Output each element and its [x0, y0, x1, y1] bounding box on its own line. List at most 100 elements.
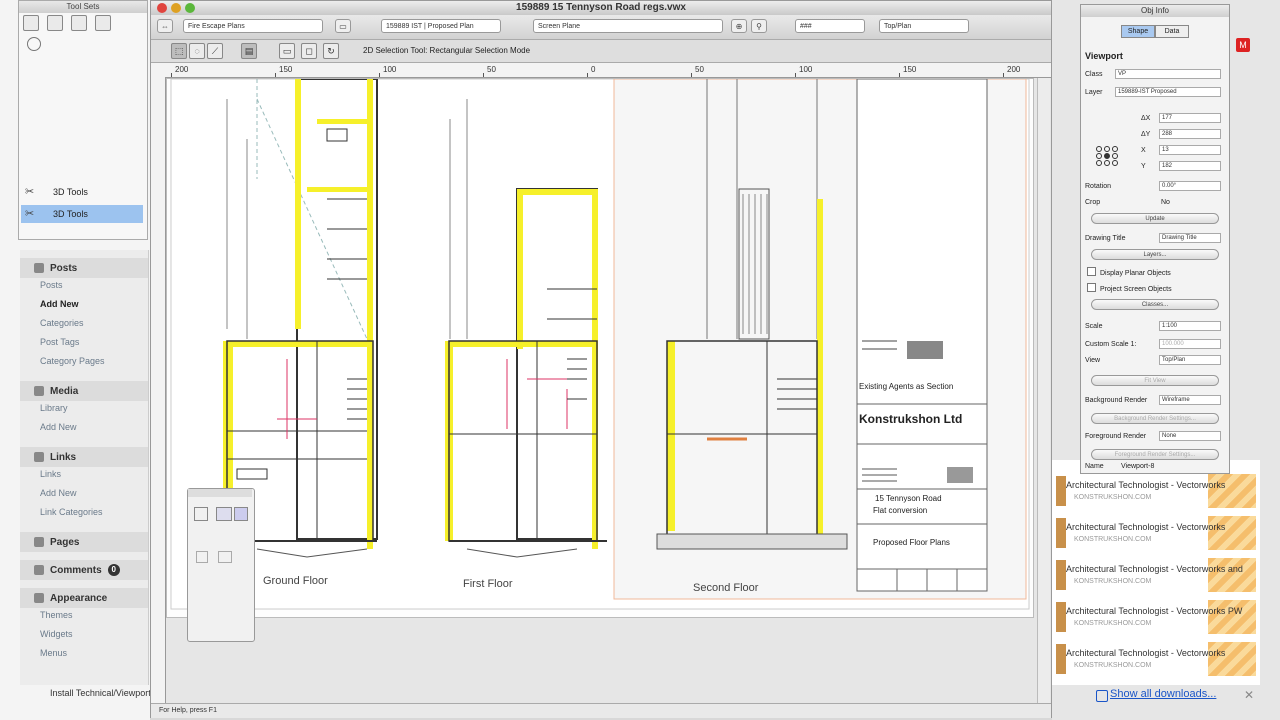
download-title: Architectural Technologist - Vectorworks: [1066, 522, 1226, 532]
view-dropdown[interactable]: Top/Plan: [1159, 355, 1221, 365]
wp-menu-section[interactable]: Links: [20, 447, 148, 467]
close-downloads-icon[interactable]: ✕: [1244, 688, 1254, 702]
bg-render-settings-button[interactable]: Background Render Settings...: [1091, 413, 1219, 424]
layers-icon[interactable]: ▭: [335, 19, 351, 33]
wp-menu-section[interactable]: Pages: [20, 532, 148, 552]
layer-dropdown[interactable]: 159889-IST Proposed: [1115, 87, 1221, 97]
move-mode-icon[interactable]: ▭: [279, 43, 295, 59]
app-notification-icon[interactable]: M: [1236, 38, 1250, 52]
polygon-selection-mode-icon[interactable]: ⟋: [207, 43, 223, 59]
snapping-palette-titlebar[interactable]: [188, 489, 252, 497]
wp-bottom-link[interactable]: Install Technical/Viewports: [50, 688, 155, 698]
rect-selection-mode-icon[interactable]: ⬚: [171, 43, 187, 59]
fg-render-settings-button[interactable]: Foreground Render Settings...: [1091, 449, 1219, 460]
bg-render-dropdown[interactable]: Wireframe: [1159, 395, 1221, 405]
vectorworks-document-window: 159889 15 Tennyson Road regs.vwx ⇔ Fire …: [150, 0, 1052, 718]
layers-button[interactable]: Layers...: [1091, 249, 1219, 260]
minimize-window-icon[interactable]: [171, 3, 181, 13]
toolset-3d-icon: ✂: [25, 186, 35, 198]
toolset-3d-icon: ✂: [25, 208, 35, 220]
wp-menu-item[interactable]: Category Pages: [40, 356, 140, 372]
download-item[interactable]: Architectural Technologist - Vectorworks…: [1056, 600, 1256, 640]
snap-angle-icon[interactable]: [234, 507, 248, 521]
wp-menu-item[interactable]: Link Categories: [40, 507, 140, 523]
reference-point-icon[interactable]: [1095, 145, 1119, 167]
dim-y-field[interactable]: 182: [1159, 161, 1221, 171]
wp-menu-section[interactable]: Comments 0: [20, 560, 148, 580]
wp-menu-section[interactable]: Appearance: [20, 588, 148, 608]
download-item[interactable]: Architectural Technologist - Vectorworks…: [1056, 474, 1256, 514]
object-type-label: Viewport: [1085, 51, 1123, 61]
render-plane-dropdown[interactable]: Screen Plane: [533, 19, 723, 33]
zoom-field[interactable]: ###: [795, 19, 865, 33]
update-button[interactable]: Update: [1091, 213, 1219, 224]
wp-menu-item[interactable]: Links: [40, 469, 140, 485]
close-window-icon[interactable]: [157, 3, 167, 13]
download-item[interactable]: Architectural Technologist - Vectorworks…: [1056, 516, 1256, 556]
drawing-vertical-scrollbar[interactable]: [1037, 78, 1050, 708]
show-all-downloads-link[interactable]: Show all downloads...: [1110, 688, 1216, 700]
zoom-fit-icon[interactable]: ⊕: [731, 19, 747, 33]
wp-menu-item[interactable]: Post Tags: [40, 337, 140, 353]
tab-data[interactable]: Data: [1155, 25, 1189, 38]
move-tool-icon[interactable]: [95, 15, 111, 31]
snap-object-icon[interactable]: [216, 507, 232, 521]
dim-x-field[interactable]: 13: [1159, 145, 1221, 155]
wp-menu-item[interactable]: Themes: [40, 610, 140, 626]
tool-sets-icon-row: [23, 15, 111, 31]
flyover-tool-icon[interactable]: [71, 15, 87, 31]
checkbox-label: Project Screen Objects: [1100, 286, 1172, 293]
download-item[interactable]: Architectural Technologist - Vectorworks…: [1056, 642, 1256, 682]
snap-edit-icon[interactable]: [196, 551, 208, 563]
view-bar: ⇔ Fire Escape Plans ▭ 159889 IST | Propo…: [151, 15, 1051, 40]
transform-mode-icon[interactable]: ▤: [241, 43, 257, 59]
wp-menu-item[interactable]: Add New: [40, 488, 140, 504]
custom-scale-label: Custom Scale 1:: [1085, 341, 1137, 348]
zoom-tool-icon[interactable]: ⚲: [751, 19, 767, 33]
dim-dy-field[interactable]: 288: [1159, 129, 1221, 139]
wp-menu-section[interactable]: Posts: [20, 258, 148, 278]
tab-shape[interactable]: Shape: [1121, 25, 1155, 38]
wp-menu-item[interactable]: Menus: [40, 648, 140, 664]
download-item[interactable]: Architectural Technologist - Vectorworks…: [1056, 558, 1256, 598]
toolset-item-3d-tools[interactable]: ✂ 3D Tools: [21, 183, 143, 201]
view-bar-menu-icon[interactable]: ⇔: [157, 19, 173, 33]
drawing-area[interactable]: Ground Floor First Floor Second Floor Ex…: [166, 78, 1034, 618]
standard-view-dropdown[interactable]: Top/Plan: [879, 19, 969, 33]
fg-render-dropdown[interactable]: None: [1159, 431, 1221, 441]
rotate-tool-icon[interactable]: [27, 37, 41, 51]
resize-mode-icon[interactable]: ◻: [301, 43, 317, 59]
active-class-dropdown[interactable]: Fire Escape Plans: [183, 19, 323, 33]
display-planar-checkbox[interactable]: Display Planar Objects: [1087, 267, 1171, 277]
fit-view-button[interactable]: Fit View: [1091, 375, 1219, 386]
wp-menu-item[interactable]: Categories: [40, 318, 140, 334]
drawing-title-field[interactable]: Drawing Title: [1159, 233, 1221, 243]
classes-button[interactable]: Classes...: [1091, 299, 1219, 310]
wp-menu-item[interactable]: Library: [40, 403, 140, 419]
pan-tool-icon[interactable]: [47, 15, 63, 31]
zoom-window-icon[interactable]: [185, 3, 195, 13]
crop-label: Crop: [1085, 199, 1101, 206]
class-dropdown[interactable]: VP: [1115, 69, 1221, 79]
wp-menu-item[interactable]: Widgets: [40, 629, 140, 645]
wp-menu-item[interactable]: Add New: [40, 299, 140, 315]
wp-menu-item[interactable]: Add New: [40, 422, 140, 438]
active-layer-dropdown[interactable]: 159889 IST | Proposed Plan: [381, 19, 501, 33]
tool-sets-title[interactable]: Tool Sets: [19, 1, 147, 13]
ruler-tick-mark: [379, 73, 380, 77]
rotation-field[interactable]: 0.00°: [1159, 181, 1221, 191]
pointer-tool-icon[interactable]: [23, 15, 39, 31]
obj-info-title[interactable]: Obj Info: [1081, 5, 1229, 17]
snap-grid-icon[interactable]: [194, 507, 208, 521]
toolset-item-3d-tools-selected[interactable]: ✂ 3D Tools: [21, 205, 143, 223]
dim-dx-field[interactable]: 177: [1159, 113, 1221, 123]
snap-tangent-icon[interactable]: [218, 551, 232, 563]
wp-menu-item[interactable]: Posts: [40, 280, 140, 296]
rotate-mode-icon[interactable]: ↻: [323, 43, 339, 59]
title-block-drawing-title: Proposed Floor Plans: [873, 538, 950, 547]
scale-dropdown[interactable]: 1:100: [1159, 321, 1221, 331]
custom-scale-field[interactable]: 100.000: [1159, 339, 1221, 349]
wp-menu-section[interactable]: Media: [20, 381, 148, 401]
project-screen-checkbox[interactable]: Project Screen Objects: [1087, 283, 1172, 293]
lasso-selection-mode-icon[interactable]: ◌: [189, 43, 205, 59]
